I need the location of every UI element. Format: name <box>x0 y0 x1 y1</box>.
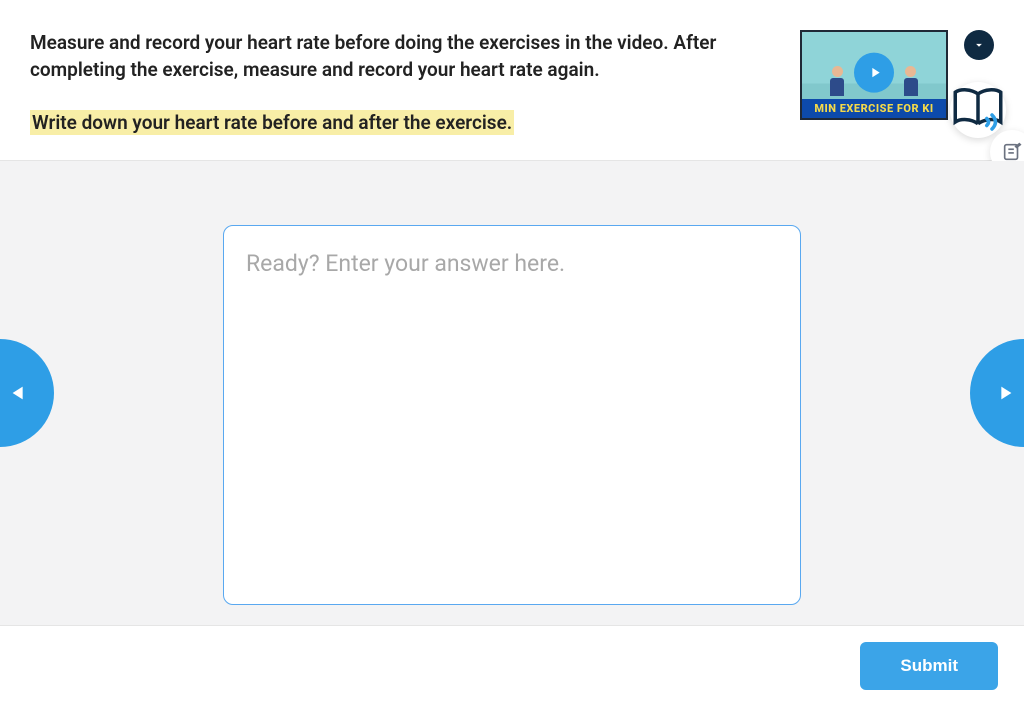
triangle-left-icon <box>8 382 30 404</box>
book-sound-icon <box>950 87 1006 133</box>
video-thumbnail[interactable]: MIN EXERCISE FOR KI <box>800 30 948 120</box>
question-instructions: Measure and record your heart rate befor… <box>30 31 716 81</box>
play-icon <box>854 53 894 93</box>
answer-area <box>0 161 1024 625</box>
chevron-down-icon <box>972 38 986 52</box>
triangle-right-icon <box>994 382 1016 404</box>
collapse-toggle-button[interactable] <box>964 30 994 60</box>
thumbnail-figure <box>826 66 848 100</box>
answer-box <box>223 225 801 605</box>
next-button[interactable] <box>970 339 1024 447</box>
question-header: Measure and record your heart rate befor… <box>0 0 1024 161</box>
submit-button[interactable]: Submit <box>860 642 998 690</box>
footer: Submit <box>0 625 1024 705</box>
question-highlighted-prompt: Write down your heart rate before and af… <box>30 110 514 135</box>
previous-button[interactable] <box>0 339 54 447</box>
video-caption: MIN EXERCISE FOR KI <box>802 99 946 118</box>
edit-note-icon <box>1001 141 1023 163</box>
read-aloud-button[interactable] <box>950 82 1006 138</box>
thumbnail-figure <box>900 66 922 100</box>
question-text: Measure and record your heart rate befor… <box>30 30 800 136</box>
answer-input[interactable] <box>246 250 778 580</box>
